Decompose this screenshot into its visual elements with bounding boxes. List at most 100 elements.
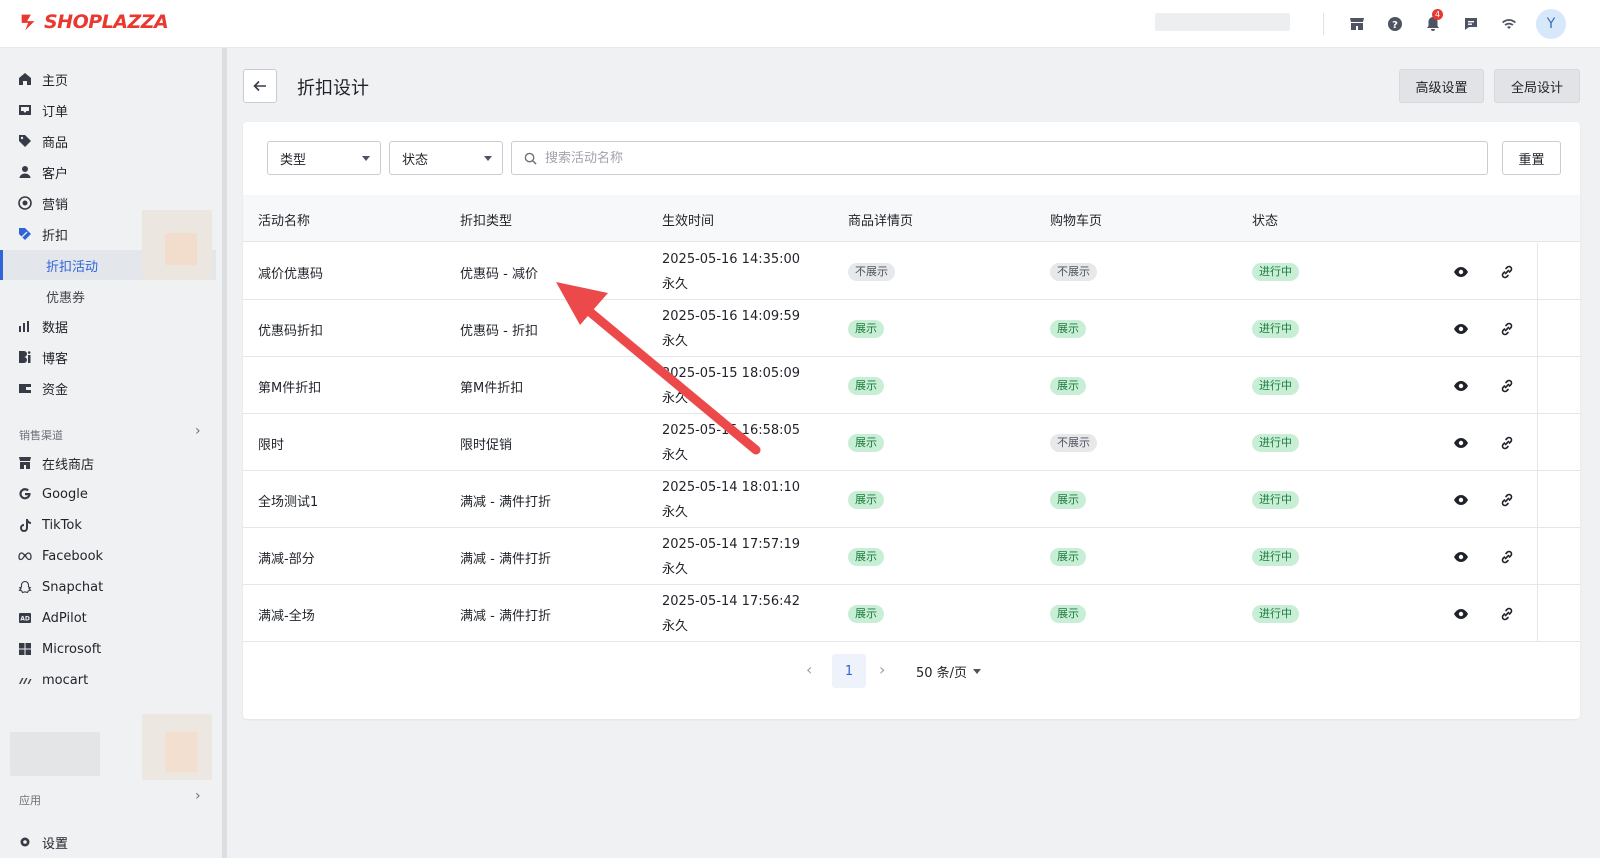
sidebar-scrollbar[interactable] bbox=[222, 48, 227, 858]
sidebar-item-snapchat[interactable]: Snapchat bbox=[0, 572, 216, 602]
advanced-settings-button[interactable]: 高级设置 bbox=[1399, 69, 1484, 103]
eye-icon[interactable] bbox=[1453, 435, 1469, 451]
effective-time: 2025-05-14 18:01:10 bbox=[662, 480, 801, 495]
top-divider bbox=[1323, 13, 1324, 35]
effective-time: 2025-05-15 16:58:05 bbox=[662, 423, 801, 438]
sidebar-item-label: Snapchat bbox=[42, 579, 104, 595]
discount-type: 满减 - 满件打折 bbox=[460, 552, 551, 567]
activity-name: 限时 bbox=[258, 438, 285, 453]
chevron-left-icon[interactable]: ‹ bbox=[806, 660, 812, 679]
discount-icon bbox=[19, 228, 31, 240]
link-icon[interactable] bbox=[1499, 492, 1515, 508]
type-filter-select[interactable]: 类型 bbox=[267, 141, 381, 175]
chevron-right-icon[interactable]: › bbox=[879, 660, 885, 679]
sidebar-item-settings[interactable]: 设置 bbox=[0, 827, 216, 857]
chat-icon[interactable] bbox=[1452, 8, 1490, 40]
meta-icon bbox=[18, 552, 32, 561]
sidebar-item-finance[interactable]: 资金 bbox=[0, 373, 216, 403]
table-row[interactable]: 满减-全场 满减 - 满件打折 2025-05-14 17:56:42 永久 展示 展示 进… bbox=[243, 585, 1580, 642]
sidebar-item-products[interactable]: 商品 bbox=[0, 126, 216, 156]
column-divider bbox=[1537, 300, 1538, 357]
arrow-left-icon bbox=[253, 80, 266, 92]
sidebar-item-adpilot[interactable]: AD AdPilot bbox=[0, 603, 216, 633]
status-badge: 进行中 bbox=[1252, 434, 1299, 452]
sidebar-item-tiktok[interactable]: TikTok bbox=[0, 510, 216, 540]
search-input[interactable] bbox=[545, 150, 1445, 166]
effective-time: 2025-05-15 18:05:09 bbox=[662, 366, 801, 381]
table-row[interactable]: 第M件折扣 第M件折扣 2025-05-15 18:05:09 永久 展示 展示 进行中 bbox=[243, 357, 1580, 414]
duration: 永久 bbox=[662, 448, 689, 463]
link-icon[interactable] bbox=[1499, 435, 1515, 451]
back-button[interactable] bbox=[243, 69, 277, 103]
cart-page-badge: 不展示 bbox=[1050, 263, 1097, 281]
eye-icon[interactable] bbox=[1453, 606, 1469, 622]
eye-icon[interactable] bbox=[1453, 378, 1469, 394]
link-icon[interactable] bbox=[1499, 378, 1515, 394]
wifi-icon[interactable] bbox=[1490, 8, 1528, 40]
discount-type: 优惠码 - 减价 bbox=[460, 267, 538, 282]
type-filter-label: 类型 bbox=[280, 152, 307, 168]
person-icon bbox=[19, 166, 31, 178]
eye-icon[interactable] bbox=[1453, 549, 1469, 565]
status-badge: 进行中 bbox=[1252, 377, 1299, 395]
status-badge: 进行中 bbox=[1252, 548, 1299, 566]
sidebar-item-home[interactable]: 主页 bbox=[0, 64, 216, 94]
sidebar-item-label: Microsoft bbox=[42, 641, 102, 657]
sidebar-subitem-coupons[interactable]: 优惠券 bbox=[0, 281, 216, 311]
sidebar-item-label: 设置 bbox=[42, 836, 69, 852]
table-row[interactable]: 限时 限时促销 2025-05-15 16:58:05 永久 展示 不展示 进行中 bbox=[243, 414, 1580, 471]
search-field[interactable] bbox=[511, 141, 1488, 175]
activity-name: 第M件折扣 bbox=[258, 381, 322, 396]
eye-icon[interactable] bbox=[1453, 321, 1469, 337]
sidebar-item-online-store[interactable]: 在线商店 bbox=[0, 448, 216, 478]
bell-icon[interactable]: 4 bbox=[1414, 8, 1452, 40]
link-icon[interactable] bbox=[1499, 264, 1515, 280]
sidebar-item-blog[interactable]: 博客 bbox=[0, 342, 216, 372]
help-icon[interactable]: ? bbox=[1376, 8, 1414, 40]
table-row[interactable]: 减价优惠码 优惠码 - 减价 2025-05-16 14:35:00 永久 不展示 不展示… bbox=[243, 243, 1580, 300]
sidebar-item-label: mocart bbox=[42, 672, 89, 688]
global-design-button[interactable]: 全局设计 bbox=[1494, 69, 1580, 103]
tiktok-icon bbox=[20, 519, 31, 532]
store-icon[interactable] bbox=[1338, 8, 1376, 40]
sidebar-item-analytics[interactable]: 数据 bbox=[0, 311, 216, 341]
table-row[interactable]: 全场测试1 满减 - 满件打折 2025-05-14 18:01:10 永久 展示 展示 进… bbox=[243, 471, 1580, 528]
bar-chart-icon bbox=[19, 321, 29, 332]
sidebar-item-facebook[interactable]: Facebook bbox=[0, 541, 216, 571]
page-size-select[interactable]: 50 条/页 bbox=[916, 662, 982, 681]
top-icon-group: ? 4 Y bbox=[1323, 8, 1566, 40]
activity-name: 减价优惠码 bbox=[258, 267, 324, 282]
chevron-right-icon[interactable]: › bbox=[195, 423, 201, 439]
status-badge: 进行中 bbox=[1252, 320, 1299, 338]
sidebar-item-mocart[interactable]: mocart bbox=[0, 665, 216, 695]
sidebar-item-microsoft[interactable]: Microsoft bbox=[0, 634, 216, 664]
sidebar-item-orders[interactable]: 订单 bbox=[0, 95, 216, 125]
store-icon bbox=[19, 457, 31, 469]
sidebar-item-google[interactable]: Google bbox=[0, 479, 216, 509]
status-filter-select[interactable]: 状态 bbox=[389, 141, 503, 175]
link-icon[interactable] bbox=[1499, 606, 1515, 622]
column-divider bbox=[1537, 243, 1538, 300]
home-icon bbox=[19, 73, 31, 85]
eye-icon[interactable] bbox=[1453, 492, 1469, 508]
ghost-icon bbox=[18, 580, 32, 594]
table-row[interactable]: 满减-部分 满减 - 满件打折 2025-05-14 17:57:19 永久 展示 展示 进… bbox=[243, 528, 1580, 585]
column-divider bbox=[1537, 471, 1538, 528]
shoplazza-logo[interactable]: SHOPLAZZA bbox=[18, 11, 169, 33]
sidebar-item-label: 折扣 bbox=[42, 228, 69, 244]
effective-time: 2025-05-16 14:35:00 bbox=[662, 252, 801, 267]
cart-page-badge: 展示 bbox=[1050, 491, 1086, 509]
page-number-button[interactable]: 1 bbox=[832, 654, 866, 688]
discount-table-card: 类型 状态 重置 活动名称 折扣类型 生效时间 商品详情页 购物车页 状态 减价… bbox=[243, 122, 1580, 719]
caret-down-icon bbox=[484, 155, 492, 161]
reset-button[interactable]: 重置 bbox=[1502, 141, 1561, 175]
sidebar-item-label: 主页 bbox=[42, 73, 69, 89]
link-icon[interactable] bbox=[1499, 321, 1515, 337]
sidebar-item-customers[interactable]: 客户 bbox=[0, 157, 216, 187]
avatar[interactable]: Y bbox=[1536, 9, 1566, 39]
duration: 永久 bbox=[662, 619, 689, 634]
link-icon[interactable] bbox=[1499, 549, 1515, 565]
chevron-right-icon[interactable]: › bbox=[195, 788, 201, 804]
eye-icon[interactable] bbox=[1453, 264, 1469, 280]
table-row[interactable]: 优惠码折扣 优惠码 - 折扣 2025-05-16 14:09:59 永久 展示 展示 进行… bbox=[243, 300, 1580, 357]
